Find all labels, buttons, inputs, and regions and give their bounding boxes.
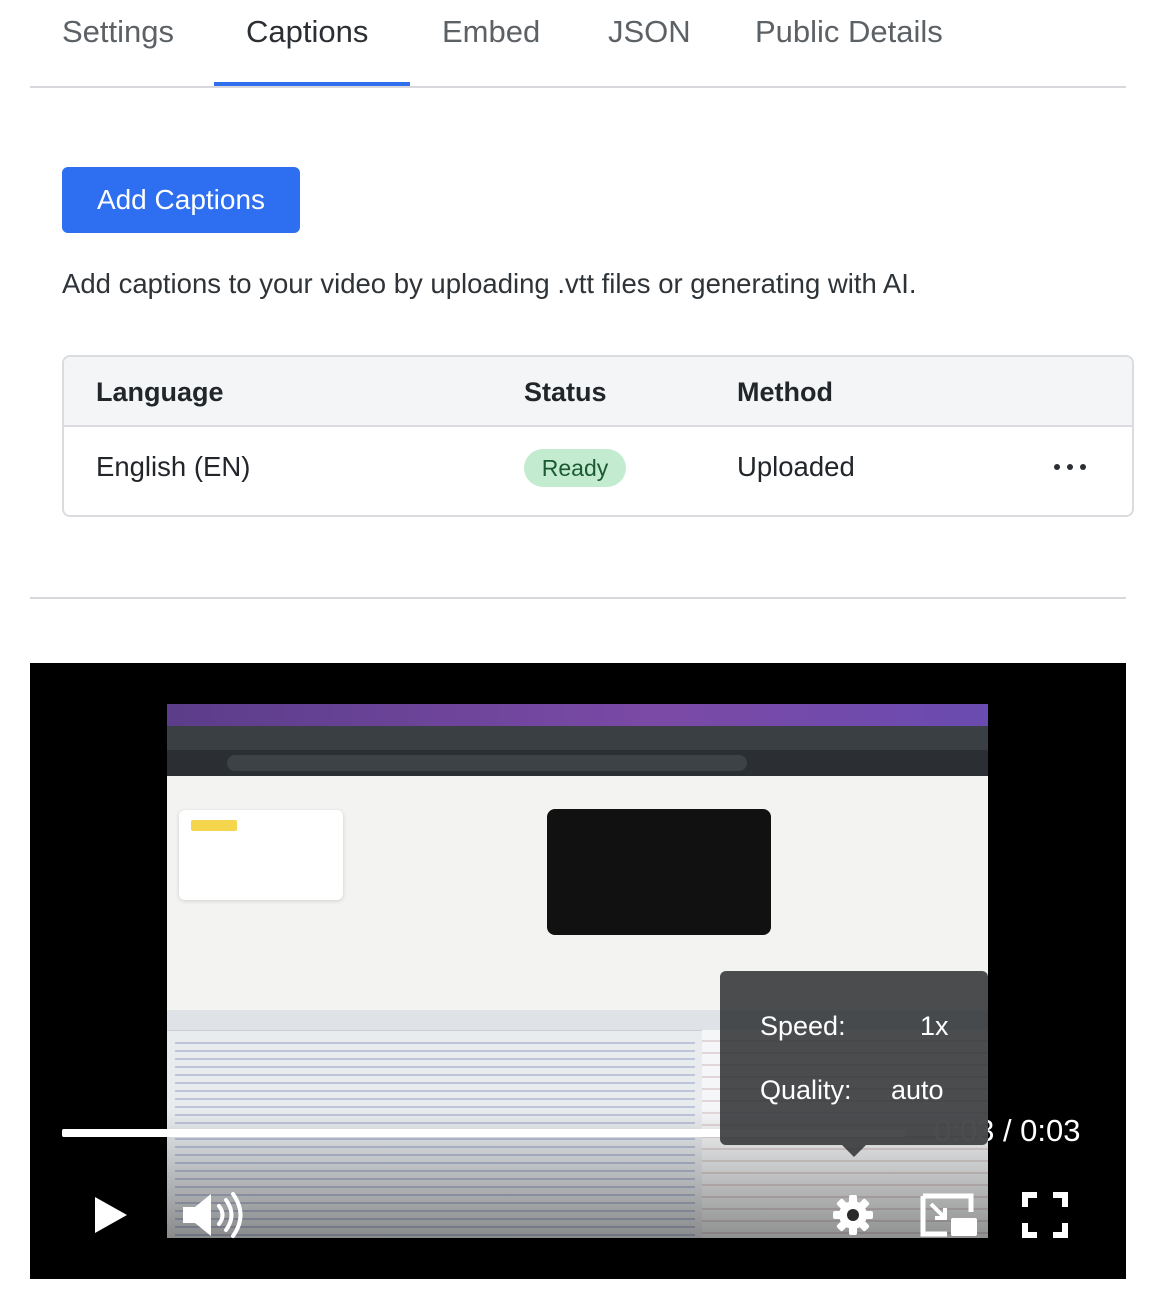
settings-menu: Speed: 1x Quality: auto xyxy=(720,971,988,1157)
speed-value[interactable]: 1x xyxy=(920,1011,949,1042)
play-icon xyxy=(95,1197,127,1233)
tab-public-details[interactable]: Public Details xyxy=(755,14,943,50)
speed-label: Speed: xyxy=(760,1011,846,1041)
frame-url-bar xyxy=(167,750,988,776)
captions-description: Add captions to your video by uploading … xyxy=(62,268,917,299)
settings-button[interactable] xyxy=(830,1185,876,1245)
quality-label: Quality: xyxy=(760,1075,852,1105)
gear-icon xyxy=(833,1195,873,1235)
fullscreen-icon xyxy=(1022,1192,1068,1238)
picture-in-picture-icon xyxy=(920,1193,977,1237)
active-tab-indicator xyxy=(214,82,410,86)
frame-embedded-video xyxy=(547,809,771,935)
tab-captions[interactable]: Captions xyxy=(246,14,368,50)
tab-embed[interactable]: Embed xyxy=(442,14,540,50)
tab-settings[interactable]: Settings xyxy=(62,14,174,50)
fullscreen-button[interactable] xyxy=(1020,1185,1070,1245)
table-header: Language Status Method xyxy=(64,357,1132,427)
frame-menubar xyxy=(167,704,988,726)
captions-table: Language Status Method English (EN) Read… xyxy=(62,355,1134,517)
tab-json[interactable]: JSON xyxy=(608,14,691,50)
add-captions-button[interactable]: Add Captions xyxy=(62,167,300,233)
frame-card xyxy=(179,810,343,900)
volume-button[interactable] xyxy=(178,1185,248,1245)
play-button[interactable] xyxy=(86,1185,134,1245)
section-divider xyxy=(30,597,1126,599)
picture-in-picture-button[interactable] xyxy=(918,1185,980,1245)
caption-language: English (EN) xyxy=(96,451,251,482)
caption-method: Uploaded xyxy=(737,451,855,482)
status-badge: Ready xyxy=(524,449,626,487)
video-player[interactable]: 0:03 / 0:03 Speed: 1x Quality: auto xyxy=(30,663,1126,1279)
frame-browser-tabs xyxy=(167,726,988,750)
quality-value[interactable]: auto xyxy=(891,1075,944,1106)
volume-icon xyxy=(183,1192,243,1238)
column-header-language: Language xyxy=(96,377,224,407)
column-header-method: Method xyxy=(737,377,833,407)
tab-bar: Settings Captions Embed JSON Public Deta… xyxy=(30,0,1126,88)
column-header-status: Status xyxy=(524,377,607,407)
more-actions-icon[interactable] xyxy=(1054,453,1086,481)
